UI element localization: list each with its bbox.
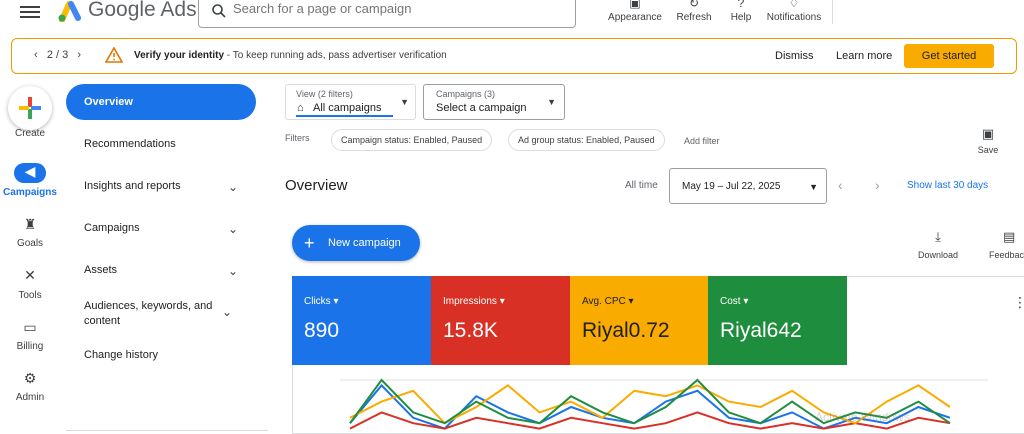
create-label: Create xyxy=(14,128,45,139)
filter-chip-adgroup-status[interactable]: Ad group status: Enabled, Paused xyxy=(508,129,665,151)
dropdown-arrow-icon: ▾ xyxy=(333,296,339,307)
metric-avg-cpc[interactable]: Avg. CPC ▾ Riyal0.72 xyxy=(570,276,709,365)
search-box[interactable] xyxy=(198,0,576,28)
search-icon xyxy=(212,4,226,18)
metric-cost[interactable]: Cost ▾ Riyal642 xyxy=(708,276,847,365)
refresh-button[interactable]: ↻ Refresh xyxy=(673,0,715,30)
download-button[interactable]: ⤓ Download xyxy=(914,229,962,260)
nav-change-history[interactable]: Change history xyxy=(66,349,256,361)
rail-admin[interactable]: Admin xyxy=(0,392,60,403)
dropdown-arrow-icon: ▼ xyxy=(547,97,556,107)
nav-assets[interactable]: Assets ⌄ xyxy=(66,264,256,278)
rail-tools[interactable]: Tools xyxy=(0,290,60,301)
nav-campaigns[interactable]: Campaigns ⌄ xyxy=(66,222,256,236)
new-campaign-button[interactable]: + New campaign xyxy=(292,225,420,261)
bell-icon: ♢ xyxy=(788,0,800,10)
next-range-icon[interactable]: › xyxy=(875,177,880,193)
metric-clicks[interactable]: Clicks ▾ 890 xyxy=(292,276,431,365)
verification-banner: ‹ 2 / 3 › Verify your identity - To keep… xyxy=(11,38,1017,74)
banner-message: Verify your identity - To keep running a… xyxy=(134,50,447,61)
show-last-30-days-link[interactable]: Show last 30 days xyxy=(907,180,988,191)
save-button[interactable]: ▣ Save xyxy=(974,126,1002,155)
metric-impressions[interactable]: Impressions ▾ 15.8K xyxy=(431,276,570,365)
plus-icon xyxy=(19,97,41,119)
notifications-button[interactable]: ♢ Notifications xyxy=(764,0,824,30)
help-button[interactable]: ? Help xyxy=(727,0,755,30)
top-bar: Google Ads ▣ Appearance ↻ Refresh ? Help… xyxy=(0,0,1024,30)
dropdown-arrow-icon: ▾ xyxy=(628,296,634,307)
refresh-icon: ↻ xyxy=(688,0,700,10)
feedback-icon: ▤ xyxy=(1003,229,1016,244)
plus-icon: + xyxy=(304,233,315,253)
learn-more-link[interactable]: Learn more xyxy=(836,50,892,62)
add-filter-button[interactable]: Add filter xyxy=(684,136,720,146)
nav-recommendations[interactable]: Recommendations xyxy=(66,138,256,150)
prev-range-icon[interactable]: ‹ xyxy=(838,177,843,193)
nav-insights[interactable]: Insights and reports ⌄ xyxy=(66,180,256,194)
chevron-down-icon: ⌄ xyxy=(227,264,238,278)
feedback-button[interactable]: ▤ Feedback xyxy=(985,229,1024,260)
get-started-button[interactable]: Get started xyxy=(904,44,994,68)
view-selector[interactable]: View (2 filters) ⌂ All campaigns ▼ xyxy=(285,84,416,120)
download-icon: ⤓ xyxy=(935,229,941,244)
filter-chip-campaign-status[interactable]: Campaign status: Enabled, Paused xyxy=(331,129,493,151)
google-ads-logo xyxy=(58,1,81,22)
more-options-icon[interactable]: ⋮ xyxy=(1013,294,1024,311)
search-input[interactable] xyxy=(233,1,563,16)
prev-icon[interactable]: ‹ xyxy=(34,49,38,61)
appearance-button[interactable]: ▣ Appearance xyxy=(608,0,662,30)
dropdown-arrow-icon: ▾ xyxy=(743,296,749,307)
trophy-icon[interactable]: ♜ xyxy=(14,216,46,236)
page-title: Overview xyxy=(285,177,348,194)
rail-campaigns[interactable]: Campaigns xyxy=(0,187,60,198)
banner-pager: ‹ 2 / 3 › xyxy=(34,49,82,61)
billing-icon[interactable]: ▭ xyxy=(14,319,46,339)
next-icon[interactable]: › xyxy=(77,49,81,61)
rail-goals[interactable]: Goals xyxy=(0,238,60,249)
chevron-down-icon: ⌄ xyxy=(227,222,238,236)
campaign-selector[interactable]: Campaigns (3) Select a campaign ▼ xyxy=(423,84,565,120)
chevron-down-icon[interactable]: ⌄ xyxy=(222,305,242,319)
megaphone-icon[interactable]: ◀ xyxy=(14,163,46,183)
filters-label: Filters xyxy=(285,133,310,143)
dropdown-arrow-icon: ▼ xyxy=(809,182,818,192)
create-button[interactable] xyxy=(8,86,52,130)
range-label: All time xyxy=(625,180,658,191)
warning-icon xyxy=(105,47,123,63)
chevron-down-icon: ⌄ xyxy=(227,180,238,194)
home-icon: ⌂ xyxy=(297,102,304,114)
rail-billing[interactable]: Billing xyxy=(0,341,60,352)
date-range-selector[interactable]: May 19 – Jul 22, 2025 ▼ xyxy=(669,168,827,204)
windows-watermark: Activate Windows xyxy=(815,410,910,424)
save-icon: ▣ xyxy=(981,126,995,141)
sidenav-divider xyxy=(66,430,268,431)
menu-icon[interactable] xyxy=(20,3,40,19)
nav-audiences[interactable]: Audiences, keywords, and content xyxy=(66,299,216,329)
help-icon: ? xyxy=(737,0,745,10)
appearance-icon: ▣ xyxy=(629,0,641,10)
nav-overview[interactable]: Overview xyxy=(66,84,256,120)
toolbar-divider xyxy=(832,0,833,24)
active-underline xyxy=(296,115,393,117)
dropdown-arrow-icon: ▼ xyxy=(400,97,409,107)
app-brand: Google Ads xyxy=(88,0,197,21)
gear-icon[interactable]: ⚙ xyxy=(14,370,46,390)
dismiss-button[interactable]: Dismiss xyxy=(775,50,814,62)
dropdown-arrow-icon: ▾ xyxy=(499,296,505,307)
tools-icon[interactable]: ✕ xyxy=(14,267,46,287)
